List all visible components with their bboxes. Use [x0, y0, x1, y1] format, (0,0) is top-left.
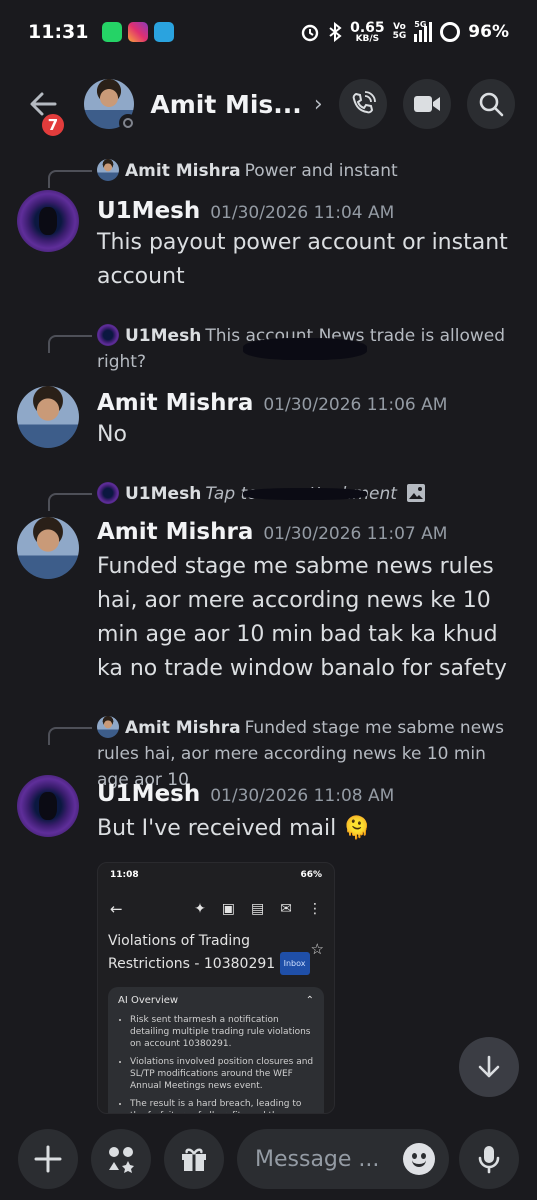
- phone-icon: [352, 91, 376, 114]
- reply-preview[interactable]: Amit Mishra Power and instant: [97, 158, 513, 184]
- message-input[interactable]: Message ...: [237, 1129, 449, 1189]
- trash-icon: ▤: [251, 901, 265, 917]
- gift-icon: [182, 1148, 206, 1171]
- more-icon: ⋮: [308, 901, 322, 917]
- apps-button[interactable]: [91, 1129, 151, 1189]
- sparkle-icon: ✦: [194, 901, 206, 917]
- chevron-right-icon[interactable]: ›: [314, 92, 323, 117]
- reply-avatar: [97, 159, 119, 181]
- volte-indicator: Vo 5G: [392, 22, 407, 41]
- author-avatar[interactable]: [17, 517, 79, 579]
- search-button[interactable]: [466, 79, 515, 129]
- author-avatar[interactable]: [17, 386, 79, 448]
- author-name[interactable]: U1Mesh: [97, 198, 200, 224]
- message-text: No: [97, 422, 127, 447]
- author-avatar[interactable]: [17, 190, 79, 252]
- image-icon: [407, 484, 426, 502]
- status-bar: 11:31 0.65 KB/S Vo 5G 5G 96%: [0, 0, 537, 64]
- reply-avatar: [97, 482, 119, 504]
- timestamp: 01/30/2026 11:07 AM: [263, 524, 448, 544]
- archive-icon: ▣: [221, 901, 236, 917]
- video-call-button[interactable]: [402, 79, 451, 129]
- message-header: U1Mesh 01/30/2026 11:08 AM: [97, 781, 394, 807]
- video-icon: [413, 96, 440, 112]
- voice-call-button[interactable]: [338, 79, 387, 129]
- gift-button[interactable]: [164, 1129, 224, 1189]
- timestamp: 01/30/2026 11:08 AM: [210, 786, 395, 806]
- ai-overview-card: AI Overview ⌃ Risk sent tharmesh a notifi…: [108, 987, 324, 1113]
- message-text: This payout power account or instant acc…: [97, 230, 508, 289]
- reply-connector: [48, 335, 92, 353]
- back-button[interactable]: 7: [22, 82, 66, 138]
- author-name[interactable]: Amit Mishra: [97, 519, 253, 545]
- author-name[interactable]: U1Mesh: [97, 781, 200, 807]
- apps-icon: [109, 1147, 134, 1173]
- microphone-icon: [478, 1146, 500, 1174]
- author-avatar[interactable]: [17, 775, 79, 837]
- attachment-status-bar: 11:08 66%: [110, 870, 322, 880]
- mail-icon: ✉: [280, 901, 292, 917]
- voice-message-button[interactable]: [459, 1129, 519, 1189]
- add-attachment-button[interactable]: [18, 1129, 78, 1189]
- whatsapp-icon: [102, 22, 123, 42]
- melting-face-emoji: 🫠: [343, 816, 371, 841]
- attachment-toolbar: ← ✦ ▣ ▤ ✉ ⋮: [98, 887, 334, 931]
- emoji-button[interactable]: [403, 1143, 435, 1175]
- message-header: U1Mesh 01/30/2026 11:04 AM: [97, 198, 394, 224]
- instagram-icon: [128, 22, 149, 42]
- reply-connector: [48, 727, 92, 745]
- composer-bar: Message ...: [0, 1115, 537, 1200]
- arrow-left-icon: ←: [110, 900, 123, 918]
- unread-badge: 7: [40, 112, 66, 138]
- message-header: Amit Mishra 01/30/2026 11:06 AM: [97, 390, 447, 416]
- star-icon: ☆: [310, 940, 324, 958]
- author-name[interactable]: Amit Mishra: [97, 390, 253, 416]
- contact-avatar[interactable]: [84, 79, 138, 132]
- bluetooth-icon: [329, 22, 342, 42]
- arrow-down-icon: [478, 1055, 500, 1078]
- battery-icon: [440, 22, 461, 42]
- message-text: Funded stage me sabme news rules hai, ao…: [97, 554, 507, 681]
- plus-icon: [34, 1145, 62, 1173]
- reply-preview[interactable]: U1MeshTap to see attachment: [97, 481, 513, 507]
- alarm-icon: [301, 24, 319, 42]
- timestamp: 01/30/2026 11:04 AM: [210, 203, 395, 223]
- reply-avatar: [97, 324, 119, 346]
- image-attachment[interactable]: 11:08 66% ← ✦ ▣ ▤ ✉ ⋮ Violations of Trad…: [97, 862, 335, 1114]
- net-speed: 0.65 KB/S: [350, 19, 385, 44]
- reply-avatar: [97, 716, 119, 738]
- reply-connector: [48, 493, 92, 511]
- chat-header: 7 Amit Mis... ›: [0, 66, 537, 142]
- message-text: But I've received mail 🫠: [97, 816, 371, 841]
- telegram-icon: [154, 22, 175, 42]
- email-subject: Violations of Trading Restrictions - 103…: [98, 931, 334, 975]
- jump-to-bottom-button[interactable]: [459, 1037, 519, 1097]
- signal-icon: 5G: [414, 20, 433, 42]
- reply-preview[interactable]: U1Mesh This account News trade is allowed…: [97, 323, 513, 375]
- ai-overview-list: Risk sent tharmesh a notification detail…: [118, 1014, 314, 1113]
- search-icon: [479, 92, 504, 117]
- message-placeholder: Message ...: [255, 1146, 380, 1172]
- ai-overview-heading: AI Overview: [118, 995, 179, 1006]
- contact-name[interactable]: Amit Mis...: [150, 90, 301, 119]
- reply-connector: [48, 170, 92, 188]
- status-time: 11:31: [28, 21, 89, 43]
- message-header: Amit Mishra 01/30/2026 11:07 AM: [97, 519, 447, 545]
- timestamp: 01/30/2026 11:06 AM: [263, 395, 448, 415]
- chevron-up-icon: ⌃: [305, 995, 314, 1006]
- offline-status-icon: [119, 114, 138, 132]
- battery-level: 96%: [468, 22, 509, 42]
